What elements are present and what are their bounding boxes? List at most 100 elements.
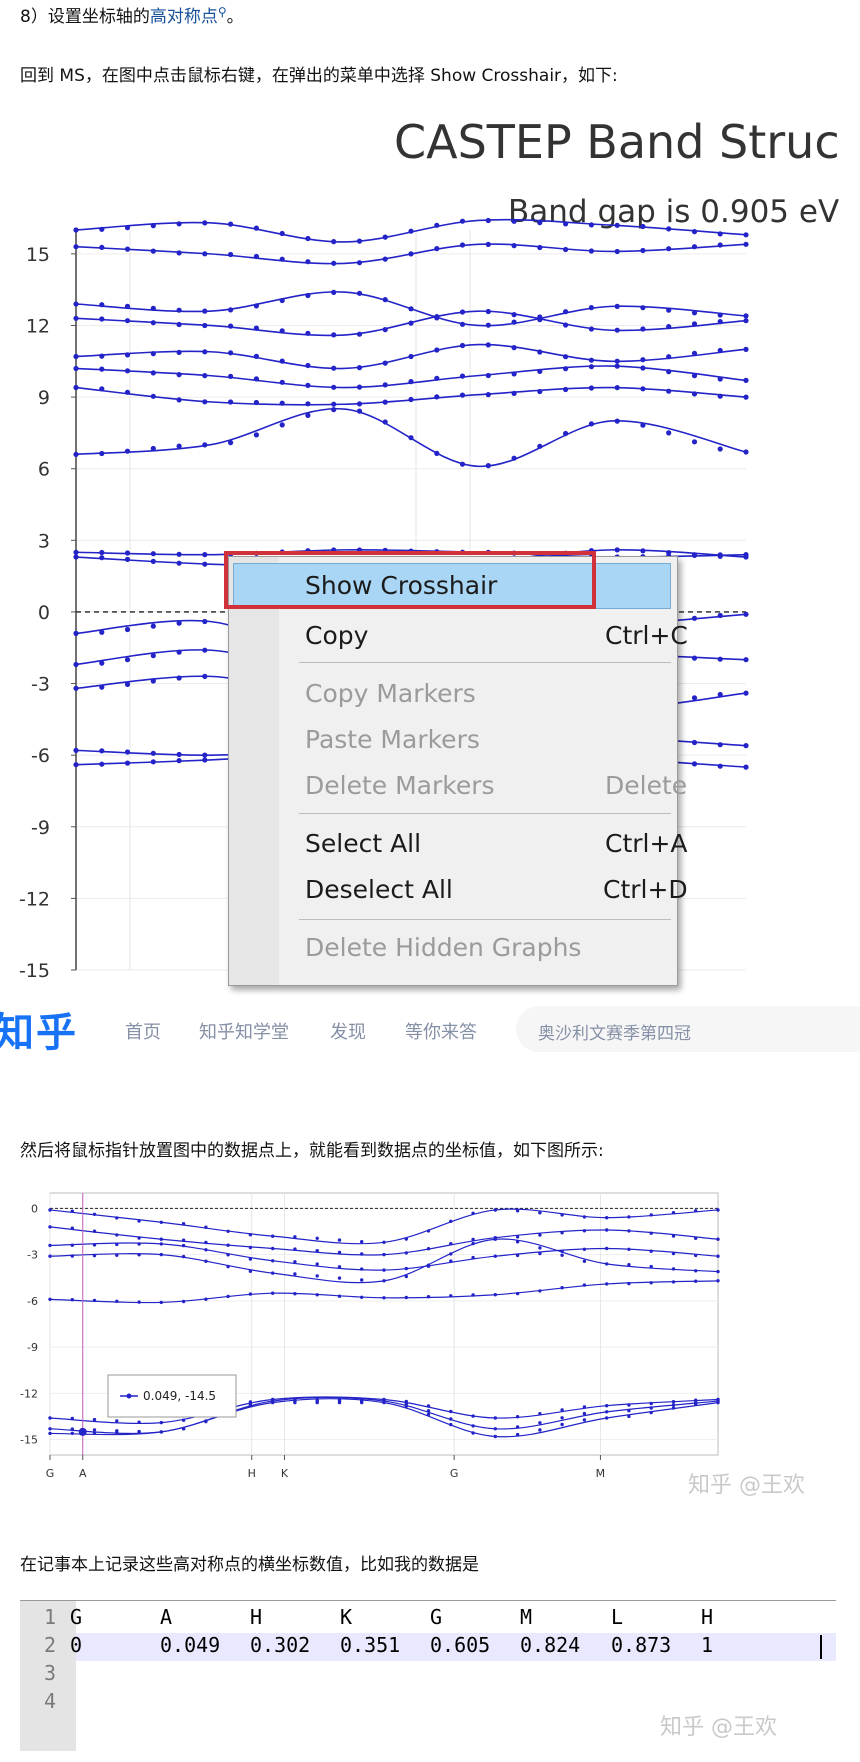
menu-paragraph: 回到 MS，在图中点击鼠标右键，在弹出的菜单中选择 Show Crosshair…	[20, 66, 618, 86]
nav-discover[interactable]: 发现	[330, 1018, 366, 1044]
band-point	[176, 321, 182, 328]
band-point	[253, 225, 259, 231]
band-point	[485, 372, 491, 379]
band-point	[426, 1409, 431, 1413]
band-point	[228, 350, 234, 356]
band-point	[434, 394, 440, 400]
band-point	[743, 764, 749, 770]
editor-value: M	[520, 1605, 533, 1629]
band-point	[485, 241, 491, 247]
band-point	[181, 1254, 186, 1259]
band-point	[743, 313, 749, 319]
nav-zhixuetang[interactable]: 知乎知学堂	[199, 1018, 289, 1044]
nav-home[interactable]: 首页	[125, 1018, 161, 1044]
nav-waiting-answers[interactable]: 等你来答	[405, 1018, 477, 1044]
band-point	[73, 315, 79, 321]
band-point	[560, 1213, 564, 1217]
band-point	[99, 316, 105, 322]
band-point	[666, 226, 672, 232]
band-point	[124, 246, 131, 252]
band-point	[493, 1427, 497, 1431]
band-point	[115, 1242, 119, 1247]
band-point	[671, 1406, 676, 1410]
band-point	[70, 1226, 74, 1230]
line-number-gutter: 1 2 3 4	[20, 1601, 76, 1751]
highlight-annotation-box	[224, 551, 596, 609]
band-point	[99, 555, 105, 561]
band-point	[471, 1424, 475, 1428]
band-point	[73, 451, 79, 457]
band-point	[471, 1293, 475, 1297]
band-point	[426, 1295, 431, 1299]
band-point	[73, 630, 79, 637]
band-point	[253, 399, 259, 406]
band-point	[426, 1412, 431, 1417]
band-point	[563, 221, 569, 227]
band-point	[538, 1246, 542, 1250]
band-point	[99, 748, 105, 754]
chart-watermark: 知乎 @王欢	[688, 1473, 805, 1498]
menu-item-copy[interactable]: Copy Ctrl+C	[305, 619, 688, 653]
band-point	[649, 1281, 653, 1285]
band-point	[716, 1269, 720, 1274]
band-point	[137, 1219, 141, 1223]
editor-value: L	[611, 1605, 624, 1629]
band-point	[315, 1400, 319, 1405]
band-point	[691, 761, 698, 767]
band-point	[671, 1267, 676, 1271]
band-point	[511, 319, 517, 325]
y-tick-label: 15	[26, 244, 50, 266]
band-point	[202, 373, 208, 379]
band-point	[537, 220, 543, 226]
band-point	[305, 382, 311, 388]
notepad-editor[interactable]: 1 2 3 4 G A H K G M L H 0 0.049 0.302 0.351 0.605 0.8…	[20, 1600, 836, 1751]
high-symmetry-link[interactable]: 高对称点	[150, 7, 218, 27]
band-point	[228, 323, 234, 329]
band-point	[48, 1427, 52, 1431]
band-point	[150, 551, 156, 557]
band-point	[202, 349, 208, 355]
band-point	[337, 1294, 342, 1298]
band-point	[315, 1262, 319, 1266]
band-point	[48, 1225, 52, 1229]
menu-separator	[299, 662, 671, 663]
band-point	[202, 442, 208, 448]
band-point	[137, 1236, 141, 1240]
band-point	[331, 365, 337, 371]
band-point	[176, 349, 182, 355]
band-point	[605, 1246, 609, 1251]
band-point	[404, 1404, 408, 1408]
band-point	[588, 248, 595, 254]
band-point	[360, 1295, 364, 1299]
band-point	[253, 376, 259, 382]
band-point	[248, 1257, 253, 1261]
band-point	[356, 290, 363, 296]
band-point	[150, 759, 156, 765]
band-point	[471, 1414, 475, 1418]
band-point	[691, 244, 698, 250]
band-point	[408, 353, 414, 360]
band-point	[356, 401, 363, 407]
band-point	[743, 346, 749, 352]
band-point	[360, 1400, 364, 1405]
band-point	[649, 1249, 653, 1253]
band-point	[48, 1254, 52, 1258]
band-point	[115, 1233, 119, 1237]
band-point	[279, 400, 285, 406]
band-point	[253, 353, 259, 359]
band-point	[70, 1243, 74, 1247]
text-caret	[820, 1635, 822, 1659]
y-tick-label: -12	[19, 888, 50, 910]
menu-item-deselect-all[interactable]: Deselect All Ctrl+D	[305, 873, 688, 907]
band-point	[99, 353, 105, 359]
band-point	[337, 1265, 342, 1269]
menu-item-select-all[interactable]: Select All Ctrl+A	[305, 827, 688, 861]
band-point	[717, 553, 723, 559]
band-point	[691, 373, 698, 379]
band-point	[459, 373, 466, 379]
zhihu-logo[interactable]: 知乎	[0, 1000, 78, 1058]
search-input[interactable]: 奥沙利文赛季第四冠	[516, 1006, 860, 1052]
band-point	[48, 1431, 52, 1436]
band-point	[150, 351, 156, 357]
band-point	[124, 303, 131, 309]
